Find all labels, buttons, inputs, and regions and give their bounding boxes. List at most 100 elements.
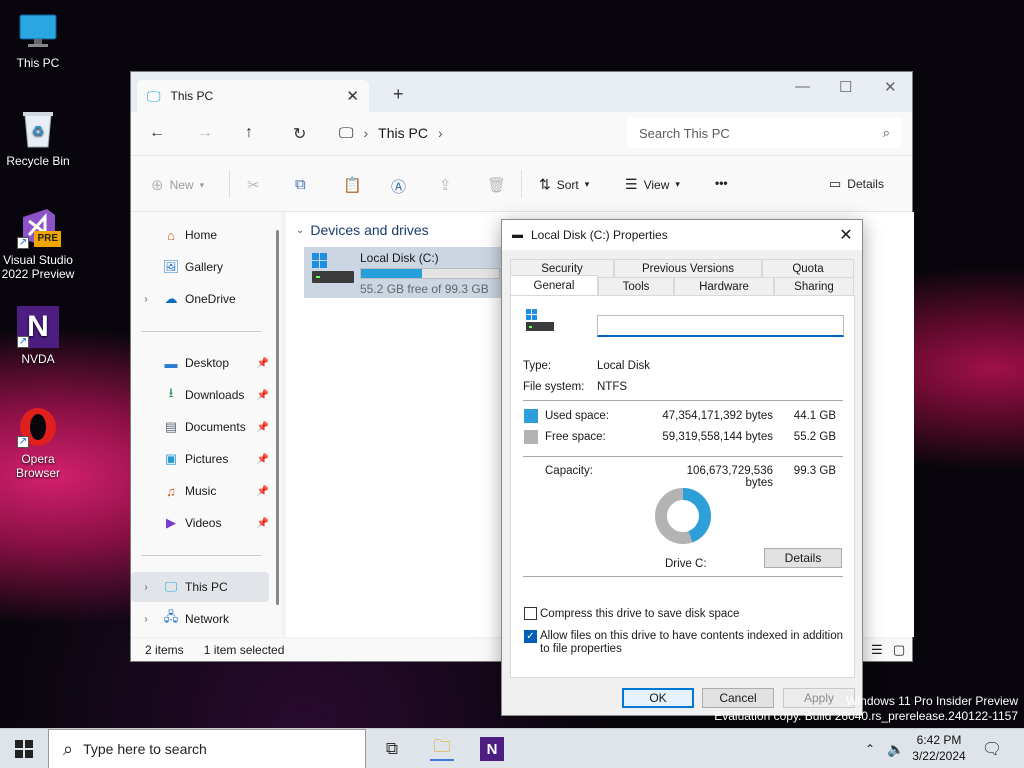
forward-arrow-icon[interactable]: → — [197, 124, 213, 142]
notifications-icon[interactable]: 🗨 — [980, 737, 1004, 761]
tiles-view-icon[interactable]: ▢ — [893, 642, 905, 658]
speaker-muted-icon[interactable]: 🔈 — [884, 737, 908, 761]
chevron-right-icon[interactable]: › — [131, 294, 161, 305]
maximize-icon[interactable]: ☐ — [839, 78, 852, 96]
pin-icon[interactable]: 📌 — [257, 518, 269, 529]
tab-hardware[interactable]: Hardware — [674, 277, 774, 295]
compress-checkbox[interactable] — [524, 607, 537, 620]
clipboard-icon: 📋 — [343, 177, 362, 194]
desktop-icon-opera[interactable]: ↗ Opera Browser — [0, 406, 76, 480]
clock-time: 6:42 PM — [916, 733, 962, 747]
breadcrumb[interactable]: 🖵 › This PC › — [339, 118, 621, 148]
volume-label-input[interactable] — [597, 315, 844, 337]
desktop-icon-nvda[interactable]: N ↗ NVDA — [0, 306, 76, 366]
task-view-icon[interactable]: ⧉ — [380, 737, 404, 761]
list-view-icon[interactable]: ☰ — [871, 642, 883, 658]
desktop-icon-label: This PC — [16, 56, 60, 70]
tab-row-bottom: General Tools Hardware Sharing — [510, 275, 854, 296]
file-explorer-taskbar-icon[interactable]: 🗀 — [430, 737, 454, 761]
taskbar-clock[interactable]: 6:42 PM 3/22/2024 — [910, 732, 968, 764]
chevron-up-icon[interactable]: ⌃ — [858, 737, 882, 761]
ok-button[interactable]: OK — [622, 688, 694, 708]
pin-icon[interactable]: 📌 — [257, 422, 269, 433]
chevron-right-icon[interactable]: › — [131, 614, 161, 625]
desktop-icon-visual-studio[interactable]: PRE ↗ Visual Studio 2022 Preview — [0, 207, 76, 281]
tab-sharing[interactable]: Sharing — [774, 277, 854, 295]
search-icon: ⌕ — [63, 738, 74, 759]
home-icon: ⌂ — [167, 227, 175, 243]
new-tab-icon[interactable]: + — [393, 84, 404, 105]
windows-watermark: Windows 11 Pro Insider Preview Evaluatio… — [714, 694, 1018, 723]
navigation-scrollbar[interactable] — [276, 230, 279, 605]
tab-general[interactable]: General — [510, 275, 598, 296]
desktop-icon-this-pc[interactable]: This PC — [0, 10, 76, 70]
pin-icon[interactable]: 📌 — [257, 358, 269, 369]
sidebar-item-videos[interactable]: ▶ Videos 📌 — [131, 508, 269, 538]
sidebar-item-pictures[interactable]: ▣ Pictures 📌 — [131, 444, 269, 474]
download-icon: ⭳ — [168, 385, 174, 400]
tab-this-pc[interactable]: 🖵 This PC ✕ — [137, 80, 369, 112]
details-button[interactable]: Details — [764, 548, 842, 568]
drive-icon: ▬ — [512, 229, 523, 241]
pin-icon[interactable]: 📌 — [257, 454, 269, 465]
videos-icon: ▶ — [166, 515, 176, 530]
recycle-bin-icon: ♻ — [17, 108, 59, 150]
command-bar: ⊕ New ▾ ✂ ⧉ 📋 Ⓐ ⇪ 🗑 ⇅ Sort ▾ ☰ View ▾ ••… — [131, 156, 912, 212]
sidebar-item-music[interactable]: ♫ Music 📌 — [131, 476, 269, 506]
paste-button[interactable]: 📋 — [343, 176, 362, 194]
chevron-right-icon[interactable]: › — [131, 582, 161, 593]
more-options-button[interactable]: ••• — [715, 176, 728, 190]
index-checkbox[interactable]: ✓ — [524, 630, 537, 643]
used-space-label: Used space: — [545, 410, 609, 422]
chevron-right-icon[interactable]: › — [438, 125, 443, 141]
close-window-icon[interactable]: ✕ — [884, 78, 897, 96]
sidebar-item-desktop[interactable]: ▬ Desktop 📌 — [131, 348, 270, 378]
drive-icon — [310, 251, 354, 290]
drive-label: Drive C: — [665, 558, 707, 570]
rename-button[interactable]: Ⓐ — [391, 176, 406, 197]
details-pane-button[interactable]: ▭ Details — [829, 176, 884, 192]
breadcrumb-this-pc[interactable]: This PC — [378, 125, 428, 141]
taskbar-search-input[interactable]: ⌕ Type here to search — [48, 729, 366, 768]
sidebar-item-network[interactable]: › 🖧 Network — [131, 604, 269, 634]
new-button[interactable]: ⊕ New ▾ — [151, 176, 204, 194]
close-tab-icon[interactable]: ✕ — [346, 87, 359, 105]
tab-previous-versions[interactable]: Previous Versions — [614, 259, 762, 277]
sidebar-item-downloads[interactable]: ⭳ Downloads 📌 — [131, 380, 269, 410]
nvda-taskbar-icon[interactable]: N — [480, 737, 504, 761]
svg-text:♻: ♻ — [32, 124, 45, 140]
view-button[interactable]: ☰ View ▾ — [625, 176, 680, 193]
sort-button[interactable]: ⇅ Sort ▾ — [539, 176, 589, 193]
type-label: Type: — [523, 360, 552, 372]
sidebar-item-documents[interactable]: ▤ Documents 📌 — [131, 412, 269, 442]
drive-tile-c[interactable]: Local Disk (C:) 55.2 GB free of 99.3 GB — [304, 247, 504, 298]
refresh-icon[interactable]: ↻ — [293, 124, 306, 144]
tab-quota[interactable]: Quota — [762, 259, 854, 277]
sidebar-item-home[interactable]: ⌂ Home — [131, 220, 269, 250]
properties-dialog: ▬ Local Disk (C:) Properties ✕ Security … — [501, 219, 863, 716]
pin-icon[interactable]: 📌 — [257, 390, 269, 401]
start-button[interactable] — [12, 737, 36, 761]
pre-badge: PRE — [34, 231, 61, 247]
capacity-label: Capacity: — [545, 465, 593, 477]
taskbar: ⌕ Type here to search ⧉ 🗀 N ⌃ 🔈 6:42 PM … — [0, 728, 1024, 768]
view-icon: ☰ — [625, 176, 638, 192]
copy-button[interactable]: ⧉ — [295, 176, 306, 193]
shortcut-arrow-icon: ↗ — [17, 436, 29, 448]
sidebar-item-gallery[interactable]: 🖼 Gallery — [131, 252, 269, 282]
pin-icon[interactable]: 📌 — [257, 486, 269, 497]
minimize-icon[interactable]: — — [795, 78, 810, 95]
share-button[interactable]: ⇪ — [439, 176, 452, 194]
delete-button[interactable]: 🗑 — [487, 176, 506, 194]
up-arrow-icon[interactable]: ↑ — [245, 124, 253, 142]
desktop-icon-recycle-bin[interactable]: ♻ Recycle Bin — [0, 108, 76, 168]
sidebar-item-this-pc[interactable]: › 🖵 This PC — [131, 572, 269, 602]
sidebar-item-onedrive[interactable]: › ☁ OneDrive — [131, 284, 269, 314]
cut-button[interactable]: ✂ — [247, 176, 260, 194]
group-header-devices[interactable]: ⌄ Devices and drives — [296, 222, 429, 238]
share-icon: ⇪ — [439, 177, 452, 194]
close-dialog-icon[interactable]: ✕ — [830, 225, 862, 245]
tab-tools[interactable]: Tools — [598, 277, 674, 295]
search-input[interactable]: Search This PC ⌕ — [627, 118, 902, 148]
back-arrow-icon[interactable]: ← — [149, 124, 165, 142]
